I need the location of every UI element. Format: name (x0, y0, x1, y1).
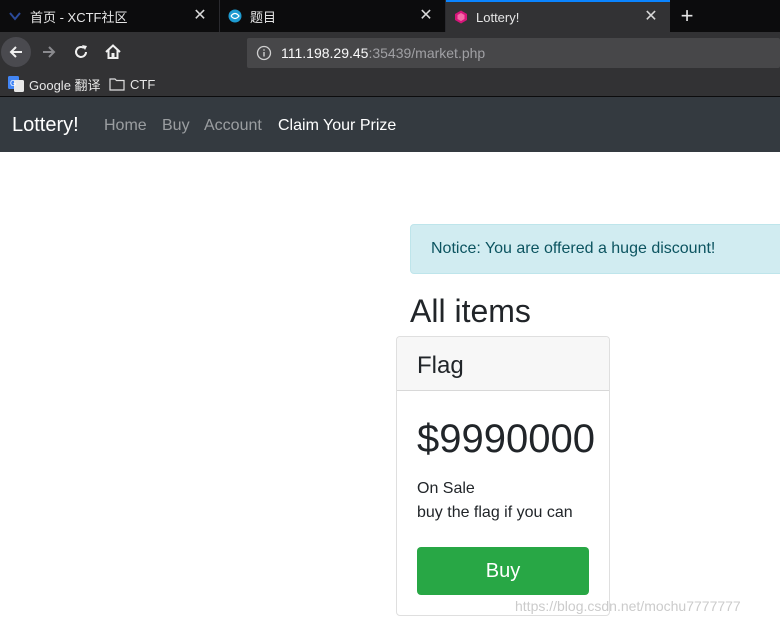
tab-title: 首页 - XCTF社区 (30, 9, 128, 25)
info-icon[interactable] (256, 45, 272, 61)
card-header: Flag (397, 337, 609, 391)
url-path: :35439/market.php (368, 45, 486, 61)
tab-lottery-active[interactable]: Lottery! ✕ (446, 0, 670, 32)
item-price: $9990000 (417, 417, 595, 461)
back-button[interactable] (1, 37, 31, 67)
tab-title: Lottery! (476, 9, 520, 25)
url-host: 111.198.29.45 (281, 45, 369, 61)
watermark: https://blog.csdn.net/mochu7777777 (515, 598, 741, 614)
site-navbar: Lottery! Home Buy Account Claim Your Pri… (0, 97, 780, 152)
reload-icon (75, 45, 87, 58)
tab-xctf-home[interactable]: 首页 - XCTF社区 ✕ (0, 0, 220, 32)
folder-icon (109, 78, 125, 91)
close-tab-icon[interactable]: ✕ (644, 9, 658, 25)
buy-button[interactable]: Buy (417, 547, 589, 595)
item-status: On Sale (417, 480, 475, 497)
forward-button[interactable] (34, 37, 64, 67)
nav-link-home[interactable]: Home (104, 117, 147, 135)
lottery-favicon-icon (455, 10, 467, 24)
nav-link-claim-prize[interactable]: Claim Your Prize (278, 117, 396, 135)
browser-tab-strip: 首页 - XCTF社区 ✕ 题目 ✕ Lottery! ✕ + (0, 0, 780, 32)
site-brand[interactable]: Lottery! (12, 114, 79, 137)
tab-problems[interactable]: 题目 ✕ (220, 0, 446, 32)
item-description: buy the flag if you can (417, 504, 573, 521)
arrow-right-icon (43, 46, 56, 58)
close-tab-icon[interactable]: ✕ (193, 8, 207, 24)
item-card-flag: Flag $9990000 On Sale buy the flag if yo… (396, 336, 610, 616)
bookmarks-bar: G Google 翻译 CTF (0, 72, 780, 97)
google-translate-icon: G (8, 76, 24, 92)
xctf-favicon-icon (9, 12, 21, 21)
reload-button[interactable] (66, 37, 96, 67)
plus-icon[interactable]: + (676, 5, 698, 27)
home-icon (105, 44, 121, 59)
bookmark-label: CTF (130, 76, 156, 92)
svg-text:G: G (10, 79, 16, 88)
url-bar[interactable]: 111.198.29.45:35439/market.php (247, 38, 780, 68)
section-title: All items (410, 293, 531, 329)
tab-title: 题目 (250, 9, 277, 25)
bookmark-ctf-folder[interactable]: CTF (109, 75, 155, 93)
globe-favicon-icon (228, 9, 242, 23)
nav-link-account[interactable]: Account (204, 117, 262, 135)
notice-alert: Notice: You are offered a huge discount! (410, 224, 780, 274)
bookmark-google-translate[interactable]: G Google 翻译 (8, 75, 101, 93)
close-tab-icon[interactable]: ✕ (419, 8, 433, 24)
bookmark-label: Google 翻译 (29, 77, 101, 93)
nav-link-buy[interactable]: Buy (162, 117, 190, 135)
notice-text: Notice: You are offered a huge discount! (431, 240, 716, 257)
home-button[interactable] (98, 37, 128, 67)
arrow-left-icon (9, 46, 22, 58)
